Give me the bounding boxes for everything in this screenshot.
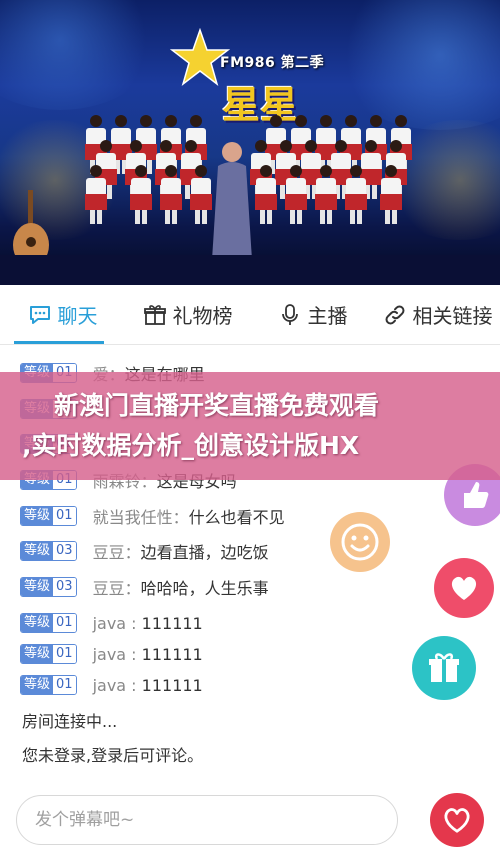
logo-fm-text: FM986 第二季: [220, 55, 325, 71]
tab-host[interactable]: 主播: [250, 285, 375, 344]
heart-outline-icon: [444, 808, 470, 833]
tab-chat-label: 聊天: [57, 304, 98, 328]
tab-links-label: 相关链接: [412, 304, 493, 328]
backdrop-swirl: [0, 0, 160, 110]
choir-child: [285, 165, 307, 224]
comment-bar: [0, 786, 500, 857]
choir-child: [130, 165, 152, 224]
stage-floor: [0, 255, 500, 285]
level-badge: 等级01: [20, 506, 77, 526]
tab-chat[interactable]: 聊天: [0, 285, 125, 344]
chat-message: 等级 03 豆豆：哈哈哈，人生乐事: [20, 574, 269, 600]
system-message-login[interactable]: 您未登录,登录后可评论。: [22, 742, 203, 766]
chat-text: 111111: [141, 613, 203, 633]
level-badge: 等级 03: [20, 577, 77, 597]
chat-bubble-icon: [29, 305, 50, 324]
chat-text: 111111: [141, 644, 203, 664]
chat-text: 什么也看不见: [188, 508, 285, 527]
conductor-figure: [212, 142, 252, 270]
smile-icon[interactable]: [330, 512, 390, 572]
chat-username: 豆豆: [92, 543, 125, 562]
choir-child: [255, 165, 277, 224]
banner-line-1: 新澳门直播开奖直播免费观看: [54, 391, 380, 420]
system-message-connecting: 房间连接中...: [22, 712, 118, 731]
tab-related-links[interactable]: 相关链接: [375, 285, 500, 344]
live-video-player[interactable]: FM986 第二季 星星: [0, 0, 500, 285]
choir-child: [315, 165, 337, 224]
chat-message: 等级 03 豆豆：边看直播，边吃饭: [20, 538, 269, 564]
banner-line-2: ,实时数据分析_创意设计版HX: [22, 431, 360, 460]
level-badge: 等级01: [20, 675, 77, 695]
chat-username: 就当我任性: [92, 508, 173, 527]
gift-icon: [143, 304, 166, 325]
chat-message: 等级 01 java : 111111: [20, 641, 203, 667]
chat-username: java: [92, 644, 127, 664]
chat-message: 等级 01 就当我任性：什么也看不见: [20, 503, 285, 529]
danmaku-input[interactable]: [16, 795, 398, 845]
chat-message: 等级 01 java : 111111: [20, 610, 203, 636]
chat-message: 等级 01 java : 111111: [20, 672, 203, 698]
heart-icon[interactable]: [434, 558, 494, 618]
gift-icon[interactable]: [412, 636, 476, 700]
level-badge: 等级01: [20, 644, 77, 664]
tab-gift-label: 礼物榜: [172, 304, 233, 328]
like-button[interactable]: [430, 793, 484, 847]
chat-username: java: [92, 613, 127, 633]
tab-gift-ranking[interactable]: 礼物榜: [125, 285, 250, 344]
link-icon: [385, 305, 404, 324]
microphone-icon: [281, 303, 298, 325]
choir-child: [160, 165, 182, 224]
tab-bar: 聊天 礼物榜 主播 相关链接: [0, 285, 500, 345]
choir-child: [85, 165, 107, 224]
level-badge: 等级01: [20, 613, 77, 633]
chat-username: 豆豆: [92, 579, 125, 598]
chat-username: java: [92, 675, 127, 695]
level-badge: 等级 03: [20, 541, 77, 561]
choir-child: [345, 165, 367, 224]
promo-banner: 新澳门直播开奖直播免费观看 ,实时数据分析_创意设计版HX: [0, 372, 500, 480]
choir-child: [380, 165, 402, 224]
tab-host-label: 主播: [307, 304, 348, 328]
chat-text: 边看直播，边吃饭: [140, 543, 269, 562]
chat-text: 111111: [141, 675, 203, 695]
chat-text: 哈哈哈，人生乐事: [140, 579, 269, 598]
